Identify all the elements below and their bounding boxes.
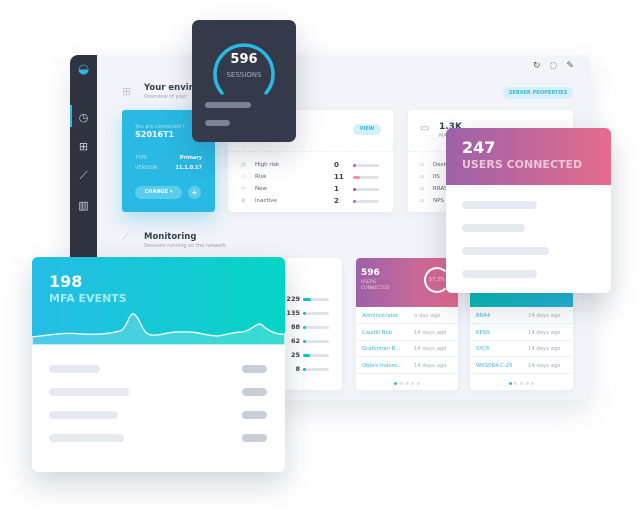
type-label: TYPE (135, 155, 148, 161)
server-name: S2016T1 (135, 130, 175, 139)
sessions-gauge (213, 43, 275, 95)
risk-bar (353, 200, 379, 203)
risk-label: Risk (255, 174, 267, 180)
users-connected-overlay: 247 USERS CONNECTED (446, 128, 611, 293)
mfa-count: 198 (49, 272, 83, 291)
gauge-icon[interactable]: ◷ (76, 110, 91, 125)
risk-icon: ☆ (241, 186, 246, 192)
overlay-label: USERS CONNECTED (462, 158, 583, 171)
risk-label: New (255, 186, 267, 192)
list-item[interactable]: KENS 14 days ago (470, 325, 573, 341)
risk-label: High risk (255, 162, 280, 168)
sessions-label: SESSIONS (226, 71, 262, 79)
service-icon: ▫ (420, 174, 424, 180)
version-label: VERSION (135, 165, 158, 171)
count-value: 88 (290, 323, 300, 331)
count-bar (303, 354, 329, 357)
environment-subtitle: Overview of your (144, 94, 187, 100)
bar-chart-icon[interactable]: ▥ (76, 198, 91, 213)
list-item[interactable]: Administrator a day ago (356, 308, 458, 324)
toolbar-icons: ↻◌✎ (533, 61, 583, 71)
list-item[interactable]: Objois Indere... 14 days ago (356, 358, 458, 374)
change-button[interactable]: CHANGE ▾ (135, 186, 182, 199)
risk-value: 0 (334, 161, 339, 169)
type-value: Primary (179, 155, 202, 161)
sessions-card: 596 SESSIONS (192, 20, 296, 142)
risk-value: 2 (334, 197, 339, 205)
add-button[interactable]: + (188, 186, 201, 199)
count-value: 62 (290, 337, 300, 345)
version-value: 11.1.0.17 (175, 165, 202, 171)
risk-icon: ⊘ (241, 198, 246, 204)
count-bar (303, 326, 329, 329)
monitor-icon: ▭ (420, 123, 430, 134)
service-label: NPS (433, 198, 444, 204)
mfa-label: MFA EVENTS (49, 292, 127, 305)
environment-title: Your enviro (144, 83, 199, 93)
count-bar (303, 298, 329, 301)
risk-value: 1 (334, 185, 339, 193)
sessions-count: 596 (230, 52, 258, 67)
line-chart-icon[interactable]: ⟋ (76, 168, 91, 183)
network-icon[interactable]: ⊞ (76, 139, 91, 154)
mfa-sparkline (32, 313, 285, 345)
list-item[interactable]: Grafenhan B... 14 days ago (356, 341, 458, 357)
overlay-count: 247 (462, 138, 496, 157)
refresh-icon[interactable]: ↻ (533, 61, 550, 71)
monitoring-title: Monitoring (144, 232, 197, 242)
count-bar (303, 368, 329, 371)
risk-bar (353, 176, 379, 179)
count-value: 8 (295, 365, 300, 373)
percent-label: 57.2% (429, 277, 445, 283)
server-properties-button[interactable]: SERVER PROPERTIES (503, 87, 573, 99)
risk-label: Inactive (255, 198, 277, 204)
users-connected-card: 596 USERS CONNECTED 57.2% Administrator a … (356, 258, 458, 390)
wrench-icon[interactable]: ✎ (566, 61, 583, 71)
logo-icon: ◒ (77, 62, 90, 77)
risk-bar (353, 188, 379, 191)
risk-icon: ♢ (241, 174, 246, 180)
list-item[interactable]: BRA4 14 days ago (470, 308, 573, 324)
service-icon: ▫ (420, 162, 424, 168)
service-label: IIS (433, 174, 440, 180)
service-label: Desk (433, 162, 447, 168)
list-item[interactable]: SYC6 14 days ago (470, 341, 573, 357)
list-item[interactable]: Caudill Bob 14 days ago (356, 325, 458, 341)
risk-value: 11 (334, 173, 344, 181)
mfa-events-card: 198 MFA EVENTS (32, 257, 285, 472)
monitoring-subtitle: Sessions running on the network (144, 243, 227, 249)
users-count: 596 (361, 268, 380, 278)
network-icon: ⊞ (122, 85, 132, 98)
count-value: 229 (286, 295, 300, 303)
users-label: USERS CONNECTED (361, 280, 390, 291)
count-bar (303, 312, 329, 315)
chat-icon[interactable]: ◌ (550, 61, 567, 71)
view-button[interactable]: VIEW (353, 124, 381, 135)
risk-icon: ◷ (241, 162, 246, 168)
risk-bar (353, 164, 379, 167)
list-item[interactable]: WKS064-C-25 14 days ago (470, 358, 573, 374)
line-chart-icon: ⟋ (122, 232, 129, 243)
count-value: 25 (290, 351, 300, 359)
service-icon: ▫ (420, 198, 424, 204)
count-bar (303, 340, 329, 343)
service-icon: ▫ (420, 186, 424, 192)
count-value: 135 (286, 309, 300, 317)
